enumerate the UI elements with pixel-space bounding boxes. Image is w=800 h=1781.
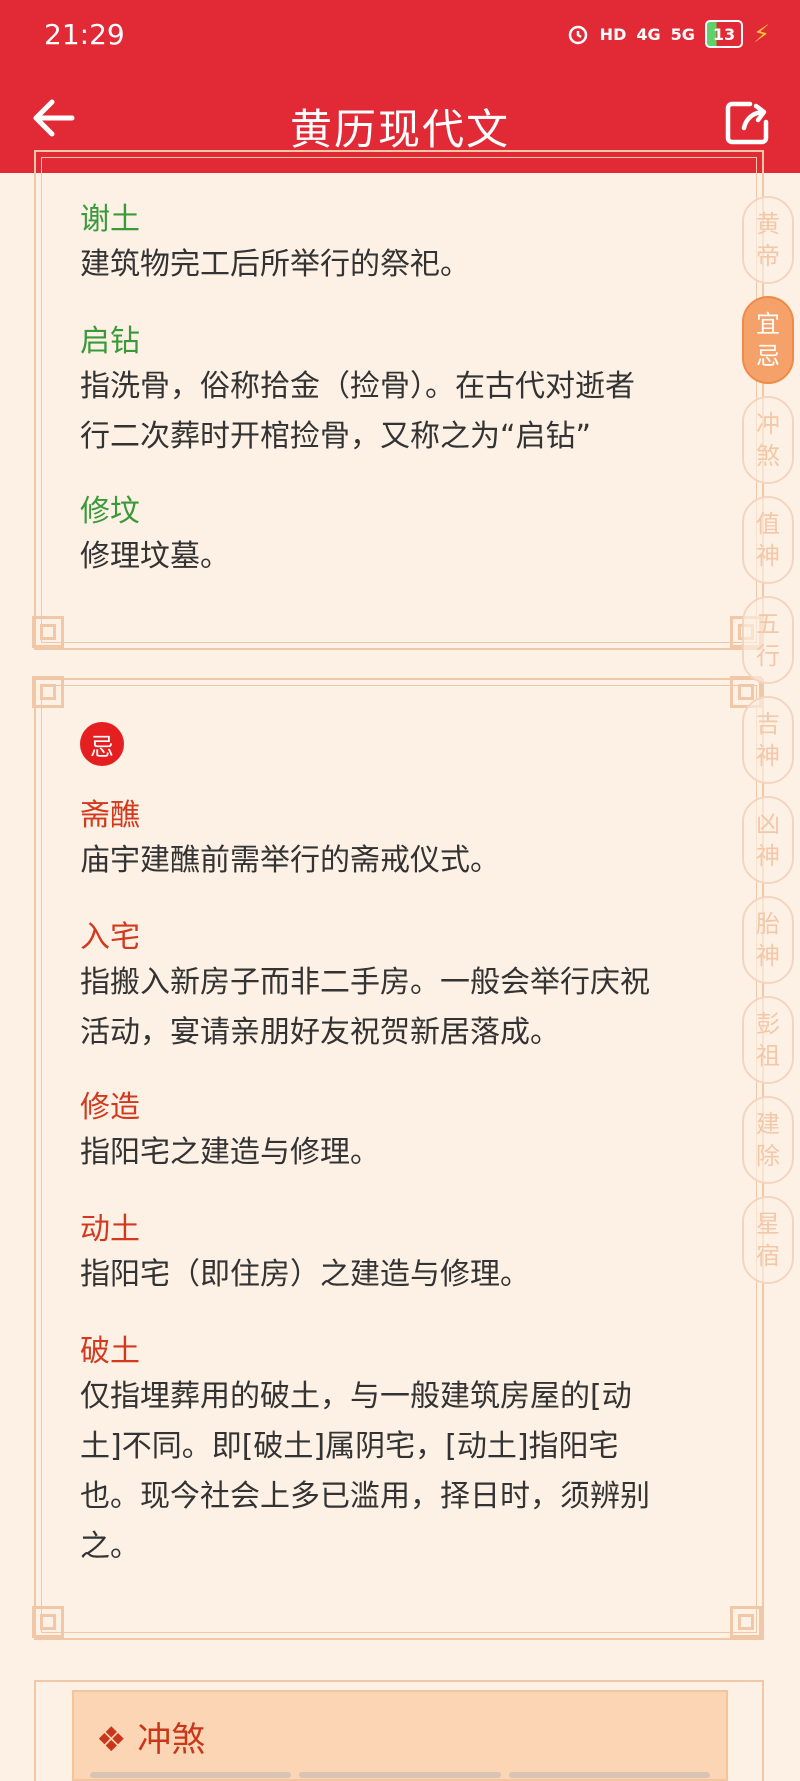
entry-desc: 活动，宴请亲朋好友祝贺新居落成。: [80, 1015, 560, 1050]
side-nav-wuxing[interactable]: 五行: [742, 596, 794, 684]
entry-desc: 庙宇建醮前需举行的斋戒仪式。: [80, 843, 500, 878]
section-divider: [90, 1772, 710, 1778]
corner-ornament: [32, 676, 68, 712]
side-nav-huangdi[interactable]: 黄帝: [742, 196, 794, 284]
status-time: 21:29: [44, 18, 125, 51]
side-nav-chongsha[interactable]: 冲煞: [742, 396, 794, 484]
side-nav-taishen[interactable]: 胎神: [742, 896, 794, 984]
yi-entry: 修坟 修理坟墓。: [80, 492, 730, 582]
side-nav-jishen[interactable]: 吉神: [742, 696, 794, 784]
app-header: 21:29 HD 4G 5G 13 ⚡ 黄历现代文: [0, 0, 800, 173]
share-button[interactable]: [722, 98, 772, 148]
entry-desc: 建筑物完工后所举行的祭祀。: [80, 247, 470, 282]
share-edit-icon: [725, 101, 769, 145]
entry-term: 动土: [80, 1212, 140, 1247]
entry-desc: 指洗骨，俗称拾金（捡骨）。在古代对逝者: [80, 369, 635, 404]
entry-term: 斋醮: [80, 798, 140, 833]
yi-entry: 启钻 指洗骨，俗称拾金（捡骨）。在古代对逝者 行二次葬时开棺捡骨，又称之为“启钻…: [80, 322, 730, 462]
alarm-icon: [566, 22, 590, 46]
entry-term: 修造: [80, 1090, 140, 1125]
yi-card: 谢土 建筑物完工后所举行的祭祀。 启钻 指洗骨，俗称拾金（捡骨）。在古代对逝者 …: [32, 150, 764, 652]
side-nav-jianchu[interactable]: 建除: [742, 1096, 794, 1184]
entry-term: 破土: [80, 1334, 140, 1369]
side-nav-xingxiu[interactable]: 星宿: [742, 1196, 794, 1284]
entry-desc: 也。现今社会上多已滥用，择日时，须辨别: [80, 1479, 650, 1514]
ji-card: 忌 斋醮 庙宇建醮前需举行的斋戒仪式。 入宅 指搬入新房子而非二手房。一般会举行…: [32, 676, 766, 1642]
ji-entry: 修造 指阳宅之建造与修理。: [80, 1088, 730, 1178]
entry-desc: 指阳宅（即住房）之建造与修理。: [80, 1257, 530, 1292]
entry-desc: 行二次葬时开棺捡骨，又称之为“启钻”: [80, 419, 592, 454]
corner-ornament: [32, 1606, 68, 1642]
side-nav-zhishen[interactable]: 值神: [742, 496, 794, 584]
corner-ornament: [730, 1606, 766, 1642]
side-nav-pengzu[interactable]: 彭祖: [742, 996, 794, 1084]
page-title: 黄历现代文: [289, 105, 510, 154]
entry-desc: 指阳宅之建造与修理。: [80, 1135, 380, 1170]
side-nav-yiji[interactable]: 宜忌: [742, 296, 794, 384]
ji-badge: 忌: [80, 722, 124, 766]
ji-entry: 动土 指阳宅（即住房）之建造与修理。: [80, 1210, 730, 1300]
entry-term: 修坟: [80, 494, 140, 529]
hd-badge: HD: [599, 24, 627, 44]
entry-desc: 之。: [80, 1529, 140, 1564]
status-icons: HD 4G 5G 13 ⚡: [566, 20, 770, 48]
entry-term: 入宅: [80, 920, 140, 955]
ji-entry: 入宅 指搬入新房子而非二手房。一般会举行庆祝 活动，宴请亲朋好友祝贺新居落成。: [80, 918, 730, 1058]
network-5g-icon: 5G: [670, 24, 695, 44]
entry-desc: 土]不同。即[破土]属阴宅，[动土]指阳宅: [80, 1429, 619, 1464]
entry-term: 启钻: [80, 324, 140, 359]
yi-entry: 谢土 建筑物完工后所举行的祭祀。: [80, 200, 730, 290]
entry-term: 谢土: [80, 202, 140, 237]
ji-entry: 破土 仅指埋葬用的破土，与一般建筑房屋的[动 土]不同。即[破土]属阴宅，[动土…: [80, 1332, 730, 1572]
ji-entry: 斋醮 庙宇建醮前需举行的斋戒仪式。: [80, 796, 730, 886]
corner-ornament: [32, 616, 68, 652]
side-nav-xiongshen[interactable]: 凶神: [742, 796, 794, 884]
entry-desc: 仅指埋葬用的破土，与一般建筑房屋的[动: [80, 1379, 632, 1414]
network-4g-icon: 4G: [636, 24, 661, 44]
charging-icon: ⚡: [753, 20, 770, 48]
battery-icon: 13: [704, 20, 744, 48]
entry-desc: 修理坟墓。: [80, 539, 230, 574]
entry-desc: 指搬入新房子而非二手房。一般会举行庆祝: [80, 965, 650, 1000]
section-title: ❖ 冲煞: [96, 1720, 206, 1760]
